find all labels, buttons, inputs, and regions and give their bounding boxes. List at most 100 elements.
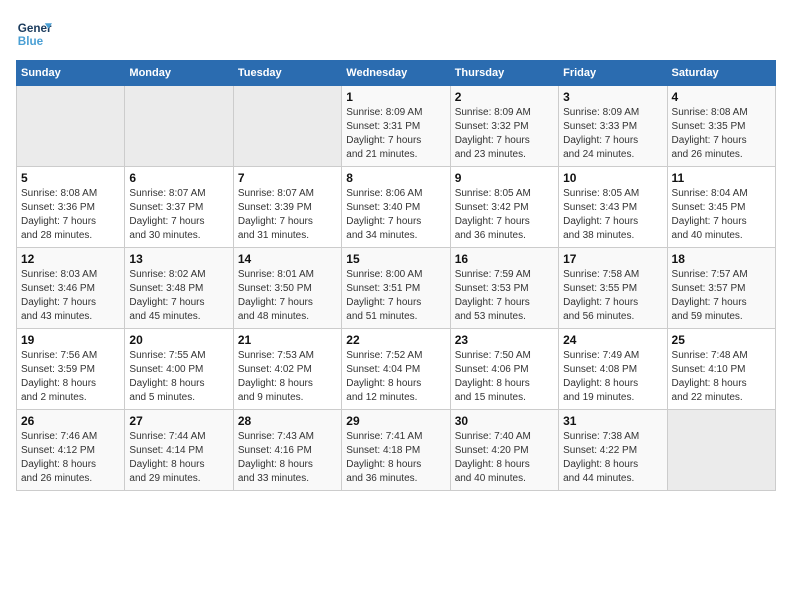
logo: General Blue bbox=[16, 16, 52, 52]
calendar-body: 1 Sunrise: 8:09 AM Sunset: 3:31 PM Daylig… bbox=[17, 86, 776, 491]
day-info: Sunrise: 7:44 AM Sunset: 4:14 PM Dayligh… bbox=[129, 430, 228, 486]
day-info: Sunrise: 7:40 AM Sunset: 4:20 PM Dayligh… bbox=[455, 430, 554, 486]
calendar-cell: 3 Sunrise: 8:09 AM Sunset: 3:33 PM Daylig… bbox=[559, 86, 667, 167]
calendar-cell bbox=[233, 86, 341, 167]
day-info: Sunrise: 8:09 AM Sunset: 3:33 PM Dayligh… bbox=[563, 106, 662, 162]
calendar-week-row: 12 Sunrise: 8:03 AM Sunset: 3:46 PM Dayli… bbox=[17, 248, 776, 329]
day-info: Sunrise: 7:48 AM Sunset: 4:10 PM Dayligh… bbox=[672, 349, 771, 405]
weekday-header-cell: Tuesday bbox=[233, 61, 341, 86]
calendar-cell: 30 Sunrise: 7:40 AM Sunset: 4:20 PM Dayli… bbox=[450, 410, 558, 491]
day-info: Sunrise: 8:08 AM Sunset: 3:35 PM Dayligh… bbox=[672, 106, 771, 162]
calendar-cell bbox=[125, 86, 233, 167]
day-info: Sunrise: 8:06 AM Sunset: 3:40 PM Dayligh… bbox=[346, 187, 445, 243]
calendar-cell: 16 Sunrise: 7:59 AM Sunset: 3:53 PM Dayli… bbox=[450, 248, 558, 329]
day-number: 22 bbox=[346, 333, 445, 347]
day-info: Sunrise: 7:57 AM Sunset: 3:57 PM Dayligh… bbox=[672, 268, 771, 324]
calendar-cell: 15 Sunrise: 8:00 AM Sunset: 3:51 PM Dayli… bbox=[342, 248, 450, 329]
day-number: 17 bbox=[563, 252, 662, 266]
day-number: 15 bbox=[346, 252, 445, 266]
page-header: General Blue bbox=[16, 16, 776, 52]
calendar-cell: 20Sunrise: 7:55 AM Sunset: 4:00 PM Dayli… bbox=[125, 329, 233, 410]
calendar-cell: 12 Sunrise: 8:03 AM Sunset: 3:46 PM Dayli… bbox=[17, 248, 125, 329]
day-number: 5 bbox=[21, 171, 120, 185]
day-info: Sunrise: 8:04 AM Sunset: 3:45 PM Dayligh… bbox=[672, 187, 771, 243]
day-info: Sunrise: 7:49 AM Sunset: 4:08 PM Dayligh… bbox=[563, 349, 662, 405]
calendar-week-row: 26 Sunrise: 7:46 AM Sunset: 4:12 PM Dayli… bbox=[17, 410, 776, 491]
calendar-cell: 7Sunrise: 8:07 AM Sunset: 3:39 PM Daylig… bbox=[233, 167, 341, 248]
calendar-cell: 14Sunrise: 8:01 AM Sunset: 3:50 PM Dayli… bbox=[233, 248, 341, 329]
calendar-cell: 21 Sunrise: 7:53 AM Sunset: 4:02 PM Dayli… bbox=[233, 329, 341, 410]
calendar-cell: 22 Sunrise: 7:52 AM Sunset: 4:04 PM Dayli… bbox=[342, 329, 450, 410]
day-info: Sunrise: 7:56 AM Sunset: 3:59 PM Dayligh… bbox=[21, 349, 120, 405]
day-info: Sunrise: 8:09 AM Sunset: 3:31 PM Dayligh… bbox=[346, 106, 445, 162]
day-number: 2 bbox=[455, 90, 554, 104]
day-info: Sunrise: 7:46 AM Sunset: 4:12 PM Dayligh… bbox=[21, 430, 120, 486]
calendar-cell: 8 Sunrise: 8:06 AM Sunset: 3:40 PM Daylig… bbox=[342, 167, 450, 248]
calendar-cell: 31 Sunrise: 7:38 AM Sunset: 4:22 PM Dayli… bbox=[559, 410, 667, 491]
calendar-table: SundayMondayTuesdayWednesdayThursdayFrid… bbox=[16, 60, 776, 491]
day-number: 3 bbox=[563, 90, 662, 104]
calendar-cell: 9 Sunrise: 8:05 AM Sunset: 3:42 PM Daylig… bbox=[450, 167, 558, 248]
calendar-cell: 11 Sunrise: 8:04 AM Sunset: 3:45 PM Dayli… bbox=[667, 167, 775, 248]
calendar-cell: 17 Sunrise: 7:58 AM Sunset: 3:55 PM Dayli… bbox=[559, 248, 667, 329]
calendar-cell: 25Sunrise: 7:48 AM Sunset: 4:10 PM Dayli… bbox=[667, 329, 775, 410]
calendar-cell: 1 Sunrise: 8:09 AM Sunset: 3:31 PM Daylig… bbox=[342, 86, 450, 167]
weekday-header-cell: Friday bbox=[559, 61, 667, 86]
day-number: 30 bbox=[455, 414, 554, 428]
calendar-cell bbox=[667, 410, 775, 491]
calendar-week-row: 19 Sunrise: 7:56 AM Sunset: 3:59 PM Dayli… bbox=[17, 329, 776, 410]
day-number: 27 bbox=[129, 414, 228, 428]
calendar-cell: 2 Sunrise: 8:09 AM Sunset: 3:32 PM Daylig… bbox=[450, 86, 558, 167]
day-number: 12 bbox=[21, 252, 120, 266]
weekday-header-cell: Thursday bbox=[450, 61, 558, 86]
day-info: Sunrise: 7:52 AM Sunset: 4:04 PM Dayligh… bbox=[346, 349, 445, 405]
day-number: 19 bbox=[21, 333, 120, 347]
calendar-cell: 18Sunrise: 7:57 AM Sunset: 3:57 PM Dayli… bbox=[667, 248, 775, 329]
calendar-cell: 13Sunrise: 8:02 AM Sunset: 3:48 PM Dayli… bbox=[125, 248, 233, 329]
day-number: 6 bbox=[129, 171, 228, 185]
day-number: 14 bbox=[238, 252, 337, 266]
day-info: Sunrise: 7:43 AM Sunset: 4:16 PM Dayligh… bbox=[238, 430, 337, 486]
day-number: 9 bbox=[455, 171, 554, 185]
calendar-cell: 23Sunrise: 7:50 AM Sunset: 4:06 PM Dayli… bbox=[450, 329, 558, 410]
calendar-cell: 27 Sunrise: 7:44 AM Sunset: 4:14 PM Dayli… bbox=[125, 410, 233, 491]
weekday-header-row: SundayMondayTuesdayWednesdayThursdayFrid… bbox=[17, 61, 776, 86]
day-number: 8 bbox=[346, 171, 445, 185]
calendar-cell bbox=[17, 86, 125, 167]
weekday-header-cell: Saturday bbox=[667, 61, 775, 86]
day-number: 1 bbox=[346, 90, 445, 104]
day-number: 31 bbox=[563, 414, 662, 428]
day-info: Sunrise: 8:00 AM Sunset: 3:51 PM Dayligh… bbox=[346, 268, 445, 324]
calendar-cell: 26 Sunrise: 7:46 AM Sunset: 4:12 PM Dayli… bbox=[17, 410, 125, 491]
day-info: Sunrise: 8:07 AM Sunset: 3:37 PM Dayligh… bbox=[129, 187, 228, 243]
day-info: Sunrise: 8:08 AM Sunset: 3:36 PM Dayligh… bbox=[21, 187, 120, 243]
day-info: Sunrise: 8:05 AM Sunset: 3:42 PM Dayligh… bbox=[455, 187, 554, 243]
day-number: 11 bbox=[672, 171, 771, 185]
day-number: 10 bbox=[563, 171, 662, 185]
day-info: Sunrise: 7:58 AM Sunset: 3:55 PM Dayligh… bbox=[563, 268, 662, 324]
day-number: 23 bbox=[455, 333, 554, 347]
day-number: 13 bbox=[129, 252, 228, 266]
day-number: 4 bbox=[672, 90, 771, 104]
day-number: 26 bbox=[21, 414, 120, 428]
day-info: Sunrise: 7:55 AM Sunset: 4:00 PM Dayligh… bbox=[129, 349, 228, 405]
day-number: 28 bbox=[238, 414, 337, 428]
svg-text:Blue: Blue bbox=[18, 35, 44, 48]
calendar-cell: 4 Sunrise: 8:08 AM Sunset: 3:35 PM Daylig… bbox=[667, 86, 775, 167]
calendar-cell: 6 Sunrise: 8:07 AM Sunset: 3:37 PM Daylig… bbox=[125, 167, 233, 248]
calendar-cell: 19 Sunrise: 7:56 AM Sunset: 3:59 PM Dayli… bbox=[17, 329, 125, 410]
day-number: 24 bbox=[563, 333, 662, 347]
day-number: 29 bbox=[346, 414, 445, 428]
weekday-header-cell: Monday bbox=[125, 61, 233, 86]
day-info: Sunrise: 8:03 AM Sunset: 3:46 PM Dayligh… bbox=[21, 268, 120, 324]
day-info: Sunrise: 8:09 AM Sunset: 3:32 PM Dayligh… bbox=[455, 106, 554, 162]
calendar-cell: 10Sunrise: 8:05 AM Sunset: 3:43 PM Dayli… bbox=[559, 167, 667, 248]
day-number: 21 bbox=[238, 333, 337, 347]
day-number: 16 bbox=[455, 252, 554, 266]
day-info: Sunrise: 7:53 AM Sunset: 4:02 PM Dayligh… bbox=[238, 349, 337, 405]
day-info: Sunrise: 7:59 AM Sunset: 3:53 PM Dayligh… bbox=[455, 268, 554, 324]
calendar-cell: 29Sunrise: 7:41 AM Sunset: 4:18 PM Dayli… bbox=[342, 410, 450, 491]
day-info: Sunrise: 7:38 AM Sunset: 4:22 PM Dayligh… bbox=[563, 430, 662, 486]
weekday-header-cell: Wednesday bbox=[342, 61, 450, 86]
calendar-cell: 24 Sunrise: 7:49 AM Sunset: 4:08 PM Dayli… bbox=[559, 329, 667, 410]
